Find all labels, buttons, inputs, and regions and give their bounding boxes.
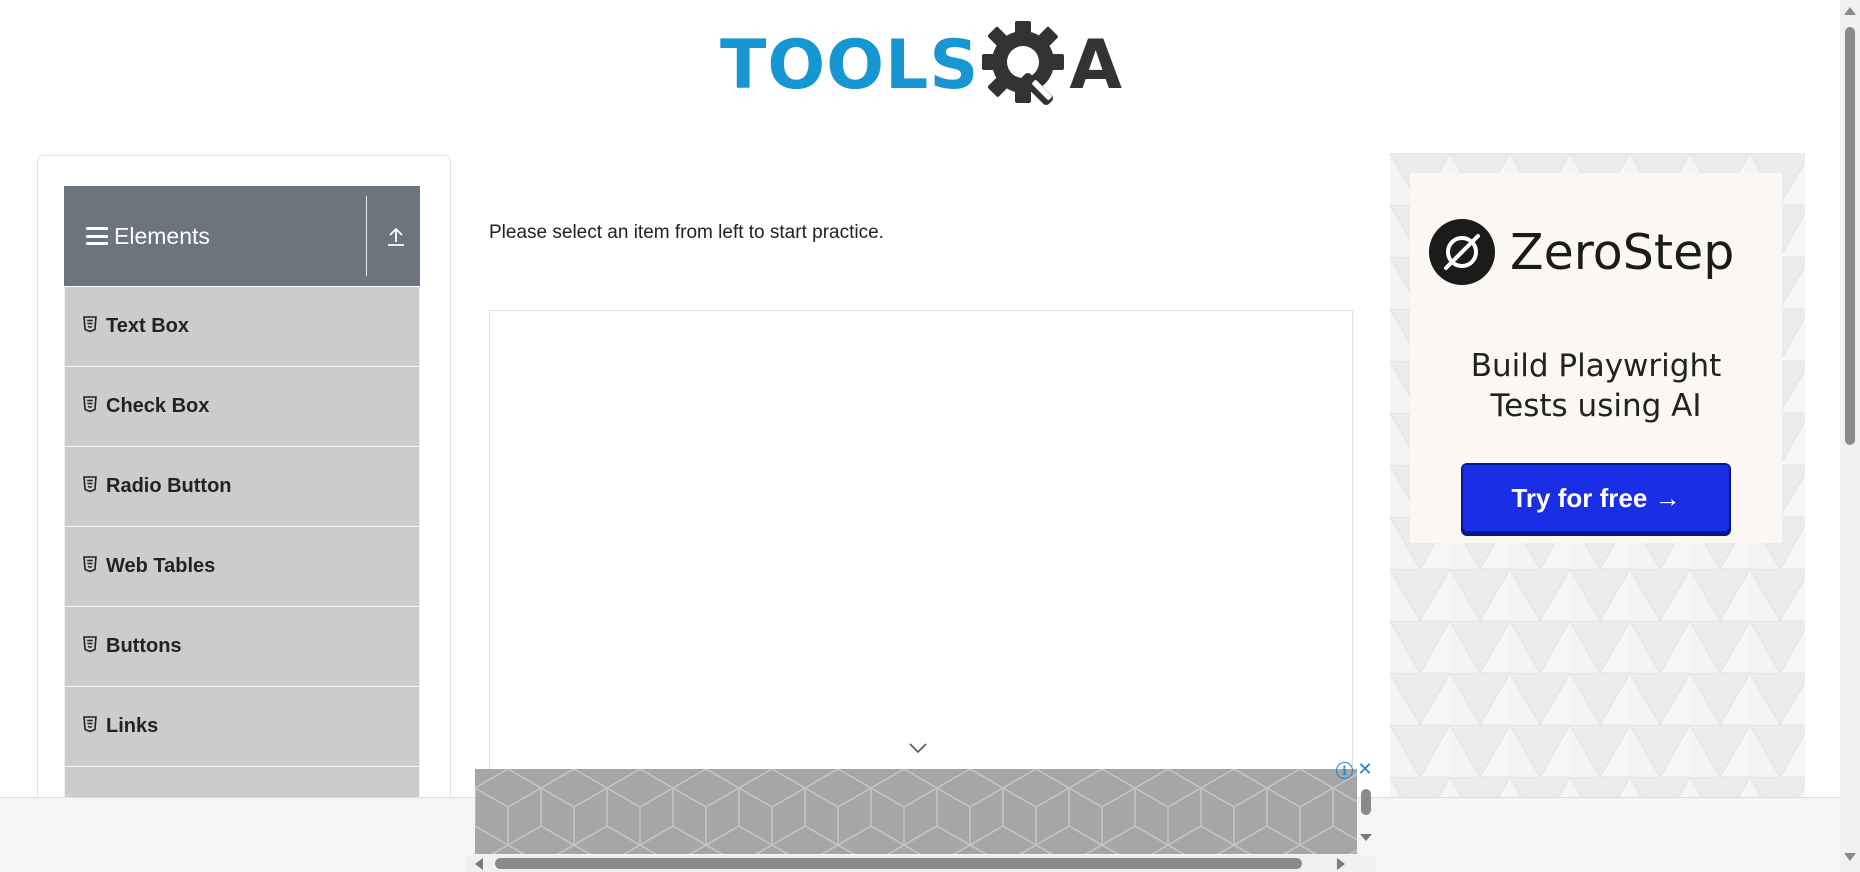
scroll-down-arrow-icon[interactable] bbox=[1844, 853, 1856, 861]
sidebar-item-web-tables[interactable]: Web Tables bbox=[64, 526, 420, 606]
sidebar-item-label: Web Tables bbox=[106, 555, 216, 577]
left-panel: Elements Text Box Check Box Radio Button… bbox=[37, 155, 451, 855]
sidebar-item-label: Links bbox=[106, 715, 159, 737]
ad-tagline-line1: Build Playwright bbox=[1470, 348, 1722, 384]
ad-scroll-left-arrow-icon[interactable] bbox=[475, 858, 483, 870]
page-scrollbar-thumb[interactable] bbox=[1845, 27, 1855, 445]
logo-text-a: A bbox=[1069, 25, 1122, 105]
ad-scroll-right-arrow-icon[interactable] bbox=[1337, 858, 1345, 870]
ad-tagline-line2: Tests using AI bbox=[1490, 388, 1702, 424]
sidebar-item-label: Check Box bbox=[106, 395, 210, 417]
sidebar-item-label: Buttons bbox=[106, 635, 182, 657]
elements-menu-list: Text Box Check Box Radio Button Web Tabl… bbox=[64, 286, 420, 846]
sidebar-item-label: Text Box bbox=[106, 315, 189, 337]
logo-text-tools: TOOLS bbox=[720, 25, 980, 105]
intro-text: Please select an item from left to start… bbox=[489, 222, 884, 243]
sidebar-advertisement[interactable]: ZeroStep Build Playwright Tests using AI… bbox=[1390, 153, 1805, 803]
html5-icon bbox=[83, 396, 97, 413]
collapse-up-icon[interactable] bbox=[382, 222, 410, 250]
cube-pattern-background bbox=[475, 769, 1357, 854]
group-title: Elements bbox=[114, 222, 210, 249]
ad-scroll-down-arrow-icon[interactable] bbox=[1360, 834, 1372, 841]
practice-content-area bbox=[489, 310, 1353, 810]
sidebar-item-radio-button[interactable]: Radio Button bbox=[64, 446, 420, 526]
html5-icon bbox=[83, 636, 97, 653]
html5-icon bbox=[83, 556, 97, 573]
html5-icon bbox=[83, 316, 97, 333]
header-divider bbox=[366, 196, 367, 276]
html5-icon bbox=[83, 476, 97, 493]
sidebar-item-label: Radio Button bbox=[106, 475, 232, 497]
ad-tagline: Build Playwright Tests using AI bbox=[1410, 346, 1782, 426]
sidebar-item-links[interactable]: Links bbox=[64, 686, 420, 766]
zerostep-logo-icon bbox=[1429, 219, 1495, 285]
elements-group-header[interactable]: Elements bbox=[64, 186, 420, 286]
html5-icon bbox=[83, 716, 97, 733]
page-header: TOOLS A bbox=[0, 0, 1840, 140]
scroll-up-arrow-icon[interactable] bbox=[1844, 7, 1856, 15]
chevron-down-icon[interactable] bbox=[908, 742, 928, 754]
ad-info-icon[interactable]: i bbox=[1336, 762, 1353, 779]
ad-close-icon[interactable]: ✕ bbox=[1356, 760, 1374, 778]
ad-card: ZeroStep Build Playwright Tests using AI… bbox=[1410, 173, 1782, 543]
sidebar-item-text-box[interactable]: Text Box bbox=[64, 286, 420, 366]
sidebar-item-check-box[interactable]: Check Box bbox=[64, 366, 420, 446]
toolsqa-logo[interactable]: TOOLS A bbox=[720, 18, 1125, 113]
sidebar-item-buttons[interactable]: Buttons bbox=[64, 606, 420, 686]
gear-magnifier-icon bbox=[982, 21, 1065, 106]
ad-vertical-scrollbar-thumb[interactable] bbox=[1361, 789, 1371, 815]
ad-brand-name: ZeroStep bbox=[1510, 223, 1735, 281]
bottom-advertisement[interactable] bbox=[475, 769, 1357, 854]
ad-horizontal-scrollbar-thumb[interactable] bbox=[495, 858, 1302, 869]
try-for-free-button[interactable]: Try for free → bbox=[1461, 463, 1731, 533]
hamburger-icon bbox=[86, 227, 108, 245]
ad-brand: ZeroStep bbox=[1428, 218, 1734, 286]
